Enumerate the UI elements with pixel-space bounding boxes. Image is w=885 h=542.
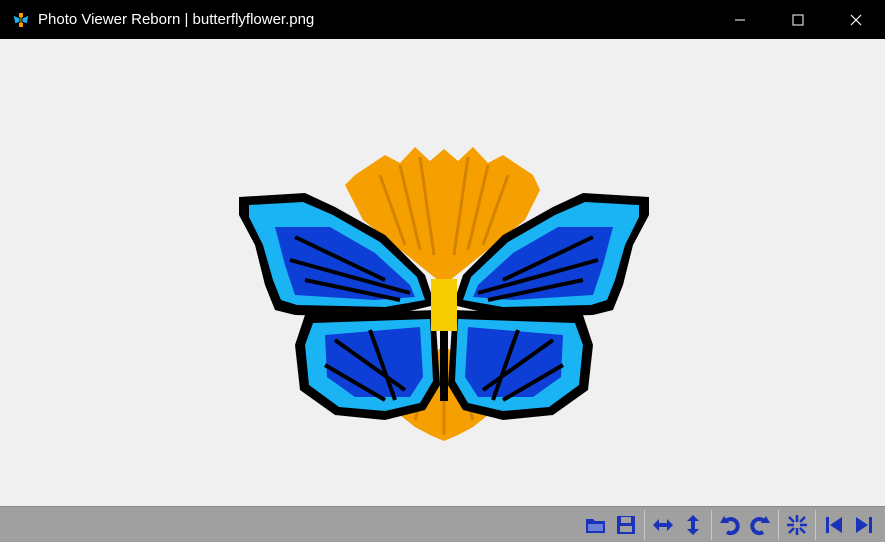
next-image-button[interactable] <box>851 510 877 540</box>
open-folder-icon <box>586 518 605 533</box>
toolbar-separator <box>711 509 712 540</box>
open-button[interactable] <box>583 510 609 540</box>
close-icon <box>850 14 862 25</box>
maximize-icon <box>792 14 804 25</box>
bottom-toolbar <box>0 506 885 542</box>
flip-horizontal-button[interactable] <box>650 510 676 540</box>
save-icon <box>617 515 635 534</box>
rotate-left-icon <box>720 515 740 535</box>
fit-expand-icon <box>787 514 807 535</box>
left-lower-wing <box>295 310 440 420</box>
rotate-right-icon <box>750 515 770 535</box>
rotate-right-button[interactable] <box>747 510 773 540</box>
title-bar: Photo Viewer Reborn | butterflyflower.pn… <box>0 0 885 39</box>
butterfly-flower-image <box>239 147 649 441</box>
previous-image-icon <box>826 516 842 533</box>
rotate-left-button[interactable] <box>717 510 743 540</box>
flip-vertical-icon <box>687 514 699 535</box>
save-button[interactable] <box>613 510 639 540</box>
maximize-button[interactable] <box>769 0 827 39</box>
right-lower-wing <box>448 310 593 420</box>
butterfly-body <box>440 331 448 401</box>
butterfly-app-icon <box>12 11 30 29</box>
flip-horizontal-icon <box>653 518 673 531</box>
minimize-button[interactable] <box>711 0 769 39</box>
next-image-icon <box>856 516 872 533</box>
flip-vertical-button[interactable] <box>680 510 706 540</box>
toolbar-separator <box>644 509 645 540</box>
flower-center <box>431 279 457 331</box>
window-title: Photo Viewer Reborn | butterflyflower.pn… <box>38 11 315 28</box>
minimize-icon <box>735 19 745 20</box>
previous-image-button[interactable] <box>821 510 847 540</box>
toolbar-separator <box>815 509 816 540</box>
toolbar-separator <box>778 509 779 540</box>
close-button[interactable] <box>827 0 885 39</box>
image-canvas[interactable] <box>1 39 884 506</box>
fit-expand-button[interactable] <box>784 510 810 540</box>
